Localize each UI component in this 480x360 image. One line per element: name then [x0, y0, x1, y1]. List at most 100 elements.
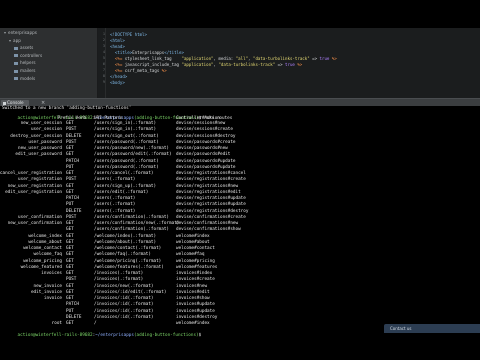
prompt-user: action@winterfell-rails-89682: [17, 333, 93, 338]
route-uri: /welcome/faq(.:format): [94, 252, 151, 258]
route-verb: DELETE: [66, 133, 82, 139]
route-verb: PATCH: [66, 302, 79, 308]
code-token: <html>: [110, 38, 125, 43]
route-verb: GET: [66, 289, 74, 295]
route-uri: /invoices/:id(.:format): [94, 302, 154, 308]
tree-item-label: mailers: [20, 68, 36, 73]
route-uri: /invoices/:id(.:format): [94, 314, 154, 320]
code-line: <!DOCTYPE html>: [110, 32, 147, 37]
route-uri: /welcome/pricing(.:format): [94, 258, 162, 264]
code-token: =>: [309, 56, 320, 61]
code-line: <%= javascript_include_tag "application"…: [110, 62, 302, 67]
code-token: "application": [181, 62, 214, 67]
route-uri: /users(.:format): [94, 177, 136, 183]
route-prefix: invoices: [41, 271, 62, 276]
code-token: stylesheet_link_tag: [124, 56, 182, 61]
code-token: <head>: [110, 44, 125, 49]
route-verb: GET: [66, 271, 74, 276]
route-controller: welcome#index: [176, 233, 210, 239]
tree-item-label: assets: [20, 45, 34, 51]
route-verb: POST: [66, 177, 77, 183]
tree-item[interactable]: controllers: [14, 53, 42, 58]
route-uri: /users/password(.:format): [94, 139, 159, 145]
code-token: <%=: [110, 62, 125, 67]
route-verb: PATCH: [66, 158, 79, 164]
route-uri: /: [94, 321, 97, 326]
folder-icon: [14, 61, 18, 65]
code-line: <body>: [110, 80, 125, 85]
folder-icon: [14, 77, 18, 81]
route-verb: GET: [66, 283, 74, 289]
route-verb: GET: [66, 227, 74, 233]
route-prefix: root: [51, 321, 62, 326]
route-uri: /users/edit(.:format): [94, 189, 149, 195]
terminal[interactable]: Switched to a new branch 'adding-button-…: [0, 106, 480, 360]
command-prompt-line-2: action@winterfell-rails-89682:~/enterpri…: [17, 333, 204, 338]
route-controller: invoices#new: [176, 283, 208, 289]
route-prefix: user_confirmation: [18, 214, 62, 220]
route-controller: invoices#update: [176, 308, 215, 314]
route-verb: GET: [66, 121, 74, 126]
route-controller: devise/passwords#create: [176, 139, 236, 145]
route-uri: /users/sign_in(.:format): [94, 127, 157, 133]
folder-icon: [14, 69, 18, 73]
route-uri: /users/sign_up(.:format): [94, 183, 157, 189]
route-controller: invoices#update: [176, 302, 215, 308]
route-controller: invoices#create: [176, 277, 215, 283]
contact-us-label: Contact us: [390, 326, 412, 331]
folder-icon: [14, 46, 18, 50]
route-uri: /invoices/:id/edit(.:format): [94, 289, 167, 295]
route-uri: /users/confirmation(.:format): [94, 214, 170, 220]
file-tree-sidebar: enterprisapps app assets controllers helpers…: [0, 28, 98, 123]
prompt-path: ~/enterprisapps: [95, 333, 134, 338]
code-token: %>: [329, 56, 337, 61]
line-number: 8: [102, 74, 105, 78]
code-token: "data-turbolinks-track": [252, 56, 310, 61]
route-prefix: edit_user_password: [15, 152, 62, 158]
code-token: "application": [181, 56, 214, 61]
tree-item-label: helpers: [20, 60, 36, 66]
route-uri: /users(.:format): [94, 202, 136, 208]
code-token: <title>: [110, 50, 133, 55]
route-controller: invoices#show: [176, 296, 210, 301]
tree-item-label: controllers: [20, 52, 43, 58]
route-controller: welcome#faq: [176, 252, 205, 258]
route-verb: GET: [66, 296, 74, 301]
tree-item[interactable]: helpers: [14, 60, 36, 65]
tree-item[interactable]: mailers: [14, 68, 35, 73]
route-uri: /users/password(.:format): [94, 164, 159, 170]
code-token: =>: [275, 62, 286, 67]
route-uri: /invoices/:id(.:format): [94, 308, 154, 314]
ide-window: enterprisapps app assets controllers helpers…: [0, 0, 480, 360]
code-line: <head>: [110, 44, 125, 49]
route-verb: GET: [66, 171, 74, 176]
route-prefix: user_session: [30, 127, 62, 133]
route-verb: GET: [66, 239, 74, 245]
route-verb: GET: [66, 258, 74, 264]
route-prefix: destroy_user_session: [10, 133, 62, 139]
code-token: true: [285, 62, 295, 67]
route-verb: GET: [66, 233, 74, 239]
code-token: true: [319, 56, 330, 61]
route-uri: /users/confirmation(.:format): [94, 227, 170, 233]
route-prefix: welcome_pricing: [23, 258, 62, 264]
code-editor[interactable]: 1 2 3 4 5 6 7 8 9 <!DOCTYPE html> <html> <head> <t…: [98, 28, 480, 98]
top-black-area: [0, 0, 480, 28]
route-controller: devise/passwords#update: [176, 158, 236, 164]
tree-item[interactable]: app: [9, 38, 21, 43]
route-verb: GET: [66, 246, 74, 251]
console-tab-bar: Console ×: [0, 98, 480, 106]
route-uri: /users/cancel(.:format): [94, 171, 154, 176]
route-uri: /users/sign_in(.:format): [94, 121, 157, 126]
route-uri: /welcome/features(.:format): [94, 264, 164, 270]
route-controller: devise/confirmations#create: [176, 214, 246, 220]
code-line: <html>: [110, 38, 125, 43]
tree-item[interactable]: models: [14, 76, 35, 81]
route-controller: devise/sessions#create: [176, 127, 233, 133]
route-prefix: new_user_password: [18, 146, 62, 151]
tree-item[interactable]: enterprisapps: [4, 30, 37, 35]
route-prefix: welcome_about: [28, 239, 62, 245]
route-controller: devise/confirmations#new: [176, 221, 239, 226]
contact-us-button[interactable]: Contact us: [384, 324, 480, 333]
tree-item[interactable]: assets: [14, 45, 33, 50]
